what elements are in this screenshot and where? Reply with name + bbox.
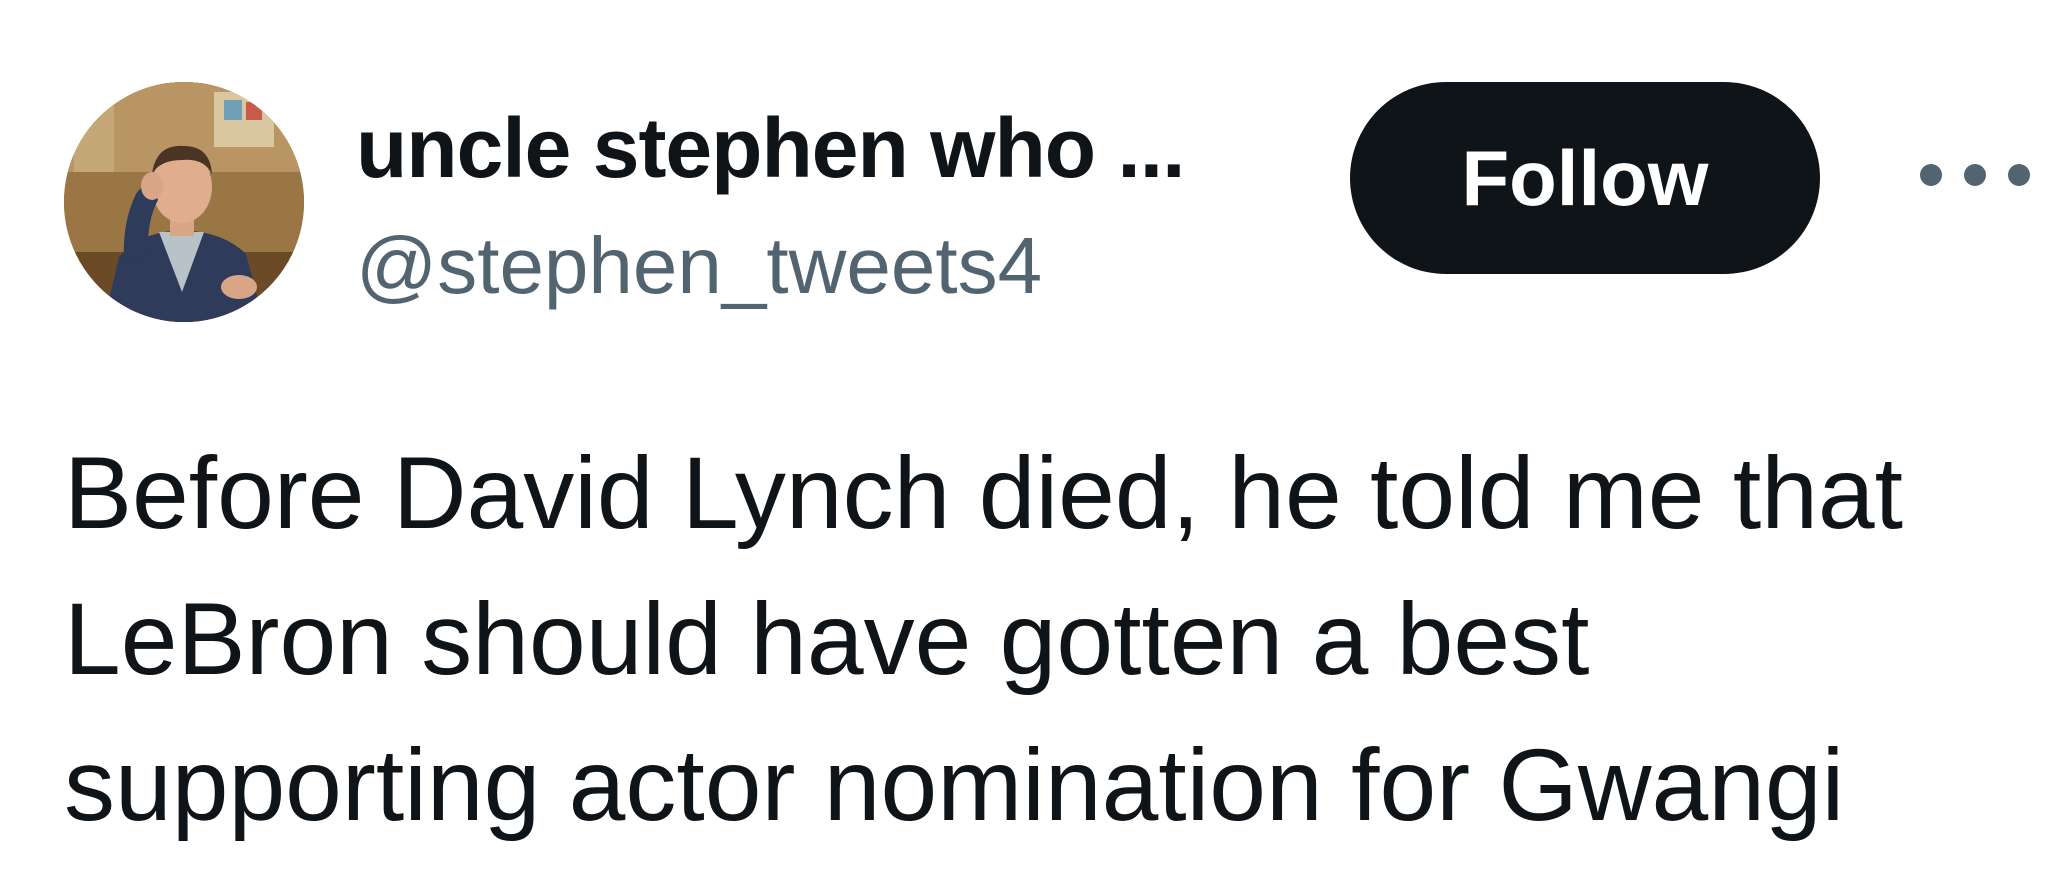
display-name[interactable]: uncle stephen who ...	[356, 100, 1185, 196]
follow-button[interactable]: Follow	[1350, 82, 1820, 274]
more-horizontal-icon	[1964, 164, 1986, 186]
tweet-text: Before David Lynch died, he told me that…	[64, 420, 2044, 858]
tweet-text-line: Before David Lynch died, he told me that	[64, 436, 1903, 550]
more-horizontal-icon	[2008, 164, 2030, 186]
tweet-text-line: LeBron should have gotten a best	[64, 582, 1590, 696]
user-handle[interactable]: @stephen_tweets4	[356, 218, 1042, 314]
tweet-text-line: supporting actor nomination for Gwangi	[64, 728, 1845, 842]
tweet-card: uncle stephen who ... @stephen_tweets4 F…	[0, 0, 2072, 890]
profile-photo-avatar	[64, 82, 304, 322]
more-horizontal-icon	[1920, 164, 1942, 186]
avatar[interactable]	[64, 82, 304, 322]
more-options-button[interactable]	[1920, 140, 2030, 210]
